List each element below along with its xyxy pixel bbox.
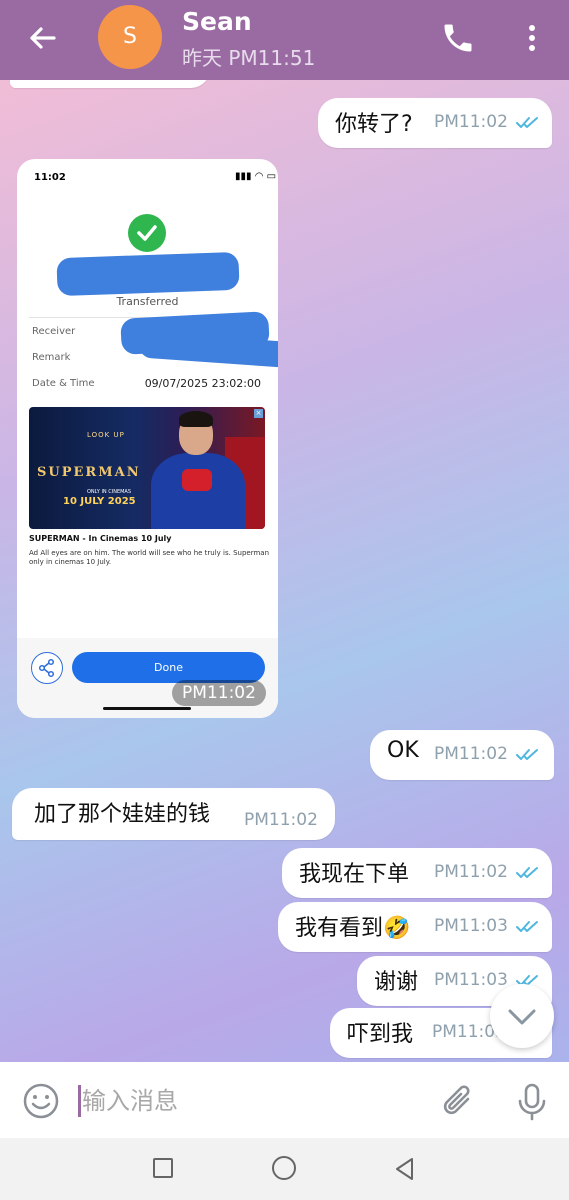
message-text: 谢谢 (374, 970, 419, 995)
back-triangle-icon[interactable] (392, 1156, 418, 1182)
message-bubble-outgoing[interactable]: OK PM11:02 (370, 730, 554, 780)
message-bubble-outgoing[interactable]: 我现在下单 PM11:02 (282, 848, 552, 898)
screenshot-image-message[interactable]: 11:02 ▮▮▮ ◠ ▭ Transferred Receiver Remar… (17, 159, 278, 718)
system-navigation-bar (0, 1138, 569, 1200)
read-check-icon (516, 749, 538, 760)
more-vertical-icon[interactable] (518, 20, 546, 56)
message-bubble-outgoing[interactable]: 你转了? PM11:02 (318, 98, 552, 148)
ad-only-in-cinemas: ONLY IN CINEMAS (87, 489, 132, 495)
message-input[interactable] (80, 1080, 424, 1122)
message-bubble-outgoing[interactable]: 我有看到🤣 PM11:03 (278, 902, 552, 952)
redacted-amount (56, 251, 240, 297)
avatar[interactable]: S (98, 5, 162, 69)
chat-area[interactable]: 你转了? PM11:02 11:02 ▮▮▮ ◠ ▭ Transferred R… (0, 80, 569, 1062)
message-time: PM11:03 (434, 916, 508, 936)
ad-close-icon[interactable]: × (254, 409, 263, 418)
message-text: 加了那个娃娃的钱 (34, 802, 211, 827)
screenshot-status-icons: ▮▮▮ ◠ ▭ (235, 171, 277, 182)
ad-title: SUPERMAN - In Cinemas 10 July (29, 534, 172, 543)
message-text: 我有看到🤣 (295, 916, 411, 941)
message-text: 我现在下单 (299, 862, 410, 887)
home-icon[interactable] (272, 1156, 296, 1180)
ad-release-date: 10 JULY 2025 (63, 496, 136, 507)
read-check-icon (516, 921, 538, 932)
smiley-icon[interactable] (22, 1082, 60, 1120)
datetime-label: Date & Time (32, 378, 95, 389)
chevron-down-icon (508, 1009, 536, 1025)
remark-label: Remark (32, 352, 71, 363)
message-time: PM11:02 (434, 744, 508, 764)
partial-message-bubble (10, 80, 210, 88)
ad-superman-title: SUPERMAN (37, 465, 141, 480)
superman-ad-banner[interactable]: LOOK UP SUPERMAN ONLY IN CINEMAS 10 JULY… (29, 407, 265, 529)
message-time: PM11:02 (434, 112, 508, 132)
success-check-icon (128, 214, 166, 252)
share-icon[interactable] (31, 652, 63, 684)
message-time: PM11:02 (434, 862, 508, 882)
home-indicator (103, 707, 191, 710)
chat-header: S Sean 昨天 PM11:51 (0, 0, 569, 80)
message-time: PM11:02 (244, 810, 318, 830)
image-time: PM11:02 (172, 680, 266, 706)
transferred-label: Transferred (116, 295, 179, 308)
last-seen-status: 昨天 PM11:51 (182, 46, 316, 70)
paperclip-icon[interactable] (440, 1082, 478, 1122)
back-arrow-icon[interactable] (24, 20, 60, 56)
read-check-icon (516, 117, 538, 128)
ad-description: Ad All eyes are on him. The world will s… (29, 549, 269, 566)
screenshot-status-time: 11:02 (34, 172, 66, 183)
ad-hero-body (151, 453, 245, 529)
message-bubble-incoming[interactable]: 加了那个娃娃的钱 PM11:02 (12, 788, 335, 840)
recent-apps-icon[interactable] (153, 1158, 173, 1178)
receiver-label: Receiver (32, 326, 76, 337)
scroll-to-bottom-button[interactable] (490, 984, 554, 1048)
ad-look-up: LOOK UP (87, 431, 125, 439)
ad-hero-emblem (182, 469, 212, 491)
message-text: 你转了? (335, 112, 413, 137)
message-input-bar (0, 1062, 569, 1138)
phone-icon[interactable] (440, 20, 476, 56)
read-check-icon (516, 867, 538, 878)
ad-hero-hair (179, 411, 213, 427)
contact-name[interactable]: Sean (182, 7, 252, 36)
datetime-value: 09/07/2025 23:02:00 (144, 377, 261, 390)
message-text: OK (387, 738, 419, 763)
microphone-icon[interactable] (516, 1082, 548, 1122)
message-text: 吓到我 (347, 1022, 414, 1047)
done-button[interactable]: Done (72, 652, 265, 683)
